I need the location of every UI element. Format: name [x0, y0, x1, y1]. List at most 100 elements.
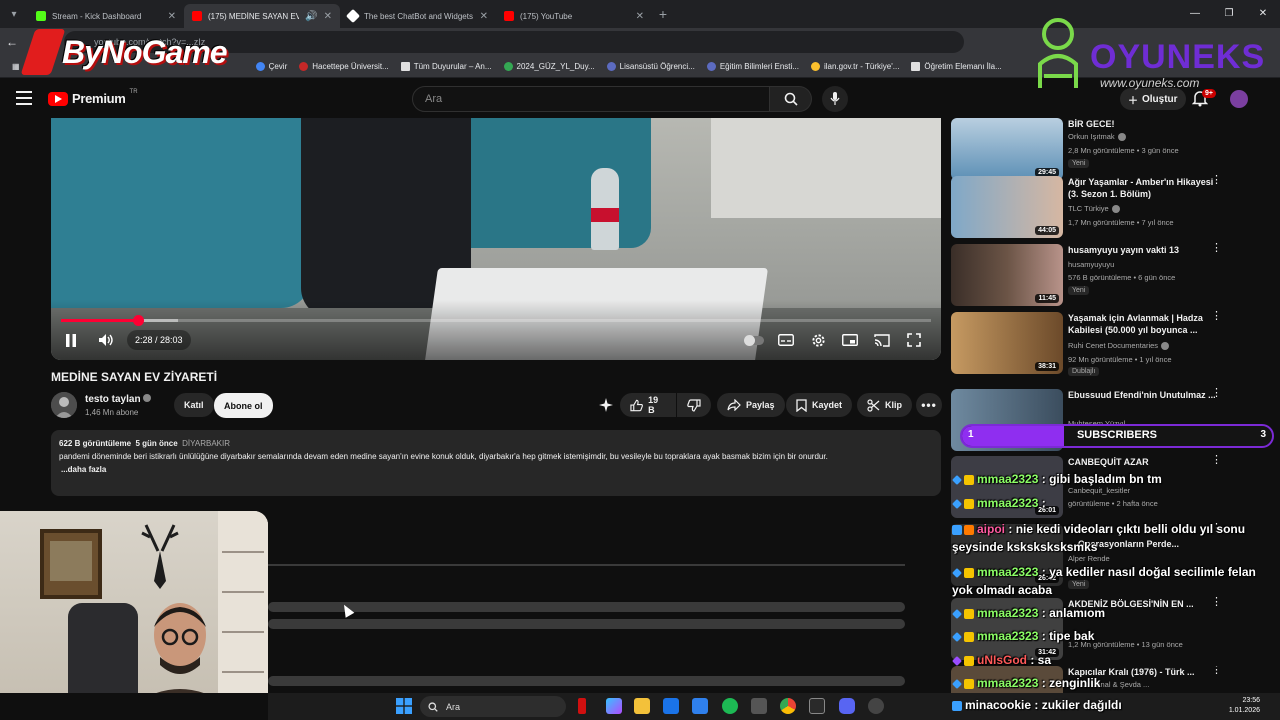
search-button[interactable] — [770, 86, 812, 112]
store-icon[interactable] — [692, 698, 708, 714]
recommended-video[interactable]: 11:45 husamyuyu yayın vakti 13 husamyuyu… — [951, 243, 1271, 308]
channel-avatar[interactable] — [51, 392, 77, 418]
spotify-icon[interactable] — [722, 698, 738, 714]
epic-games-icon[interactable] — [809, 698, 825, 714]
clip-button[interactable]: Klip — [857, 393, 912, 417]
voice-search-button[interactable] — [822, 86, 848, 112]
video-title[interactable]: CANBEQUİT AZAR — [1068, 456, 1218, 468]
fullscreen-button[interactable] — [905, 330, 923, 350]
recommended-video[interactable]: 29:45 BİR GECE! Orkun Işıtmak 2,8 Mn gör… — [951, 118, 1271, 182]
taskbar-search[interactable]: Ara — [420, 696, 566, 717]
miniplayer-button[interactable] — [841, 330, 859, 350]
more-vertical-icon[interactable]: ⋮ — [1211, 666, 1222, 676]
tab-youtube[interactable]: (175) YouTube ✕ — [496, 4, 652, 28]
video-thumbnail[interactable]: 38:31 — [951, 312, 1063, 374]
more-vertical-icon[interactable]: ⋮ — [1211, 243, 1222, 254]
epic-app-icon[interactable] — [751, 698, 767, 714]
menu-icon[interactable] — [16, 91, 32, 105]
bynogame-app-icon[interactable] — [578, 698, 586, 714]
bookmark-item[interactable]: Eğitim Bilimleri Ensti... — [701, 62, 805, 71]
bookmark-item[interactable]: Hacettepe Üniversit... — [293, 62, 394, 71]
close-tab-icon[interactable]: ✕ — [480, 11, 488, 22]
join-button[interactable]: Katıl — [174, 393, 214, 417]
youtube-premium-logo[interactable]: Premium TR — [48, 89, 138, 106]
chrome-icon[interactable] — [780, 698, 796, 714]
recommended-video[interactable]: 26:01 CANBEQUİT AZAR Canbequit_kesitler … — [951, 455, 1271, 520]
scrubber-handle[interactable] — [132, 315, 144, 326]
search-input[interactable]: Ara — [412, 86, 770, 112]
channel-name[interactable]: testo taylan — [85, 394, 152, 405]
channel-name-text: Ruhi Cenet Documentaries — [1068, 341, 1159, 350]
bookmark-item[interactable]: Lisansüstü Öğrenci... — [601, 62, 701, 71]
video-thumbnail[interactable]: 44:05 — [951, 176, 1063, 238]
more-vertical-icon[interactable]: ⋮ — [1211, 597, 1222, 608]
more-vertical-icon[interactable]: ⋮ — [1211, 175, 1222, 186]
cast-button[interactable] — [873, 330, 891, 350]
settings-button[interactable] — [809, 330, 827, 350]
recommended-video[interactable]: 38:31 Yaşamak için Avlanmak | Hadza Kabi… — [951, 311, 1271, 376]
channel-name-text: Canbequit_kesitler — [1068, 486, 1131, 495]
copilot-icon[interactable] — [606, 698, 622, 714]
new-tab-button[interactable]: + — [652, 6, 674, 22]
dislike-button[interactable] — [677, 393, 711, 417]
like-button[interactable]: 19 B — [620, 393, 676, 417]
channel-name[interactable]: Orkun Işıtmak — [1068, 132, 1126, 141]
more-vertical-icon[interactable]: ⋮ — [1211, 388, 1222, 399]
video-title[interactable]: BİR GECE! — [1068, 118, 1218, 130]
video-title[interactable]: Ebussuud Efendi'nin Unutulmaz ... — [1068, 389, 1218, 401]
subtitles-button[interactable] — [777, 330, 795, 350]
close-tab-icon[interactable]: ✕ — [324, 11, 332, 22]
location-tag[interactable]: DİYARBAKIR — [182, 439, 230, 448]
video-title[interactable]: Ağır Yaşamlar - Amber'ın Hikayesi (3. Se… — [1068, 176, 1218, 200]
channel-name[interactable]: TLC Türkiye — [1068, 204, 1120, 213]
subtitles-icon — [778, 334, 794, 346]
bookmark-item[interactable]: Çevir — [250, 62, 294, 71]
crown-badge-icon — [964, 474, 974, 485]
bookmark-item[interactable]: Tüm Duyurular – An... — [395, 62, 498, 71]
save-button[interactable]: Kaydet — [786, 393, 853, 417]
outlook-icon[interactable] — [663, 698, 679, 714]
discord-icon[interactable] — [839, 698, 855, 714]
tab-chatbot-widgets[interactable]: The best ChatBot and Widgets ✕ — [340, 4, 496, 28]
close-tab-icon[interactable]: ✕ — [636, 11, 644, 22]
seek-bar[interactable] — [61, 315, 931, 326]
video-thumbnail[interactable]: 29:45 — [951, 118, 1063, 180]
more-vertical-icon[interactable]: ⋮ — [1211, 311, 1222, 322]
bookmark-label: Eğitim Bilimleri Ensti... — [719, 62, 799, 71]
system-clock[interactable]: 23:56 1.01.2026 — [1229, 696, 1260, 716]
back-arrow-icon[interactable]: ← — [0, 35, 24, 49]
close-tab-icon[interactable]: ✕ — [168, 11, 176, 22]
file-explorer-icon[interactable] — [634, 698, 650, 714]
tab-search-icon[interactable]: ▾ — [0, 0, 28, 28]
video-thumbnail[interactable]: 11:45 — [951, 244, 1063, 306]
video-scene-cabinet — [711, 118, 941, 218]
video-title[interactable]: Yaşamak için Avlanmak | Hadza Kabilesi (… — [1068, 312, 1218, 336]
show-more-link[interactable]: ...daha fazla — [61, 463, 933, 476]
subscribe-button[interactable]: Abone ol — [214, 393, 273, 418]
obs-icon[interactable] — [868, 698, 884, 714]
tab-kick-dashboard[interactable]: Stream - Kick Dashboard ✕ — [28, 4, 184, 28]
more-actions-button[interactable]: ••• — [916, 393, 942, 417]
account-avatar[interactable] — [1230, 90, 1248, 108]
mute-tab-icon[interactable]: 🔊 — [305, 11, 317, 22]
tab-medine-video[interactable]: (175) MEDİNE SAYAN EV Zİ 🔊 ✕ — [184, 4, 340, 28]
bookmark-item[interactable]: ilan.gov.tr - Türkiye'... — [805, 62, 905, 71]
recommended-video[interactable]: 44:05 Ağır Yaşamlar - Amber'ın Hikayesi … — [951, 175, 1271, 240]
volume-button[interactable] — [97, 330, 115, 350]
channel-name[interactable]: Canbequit_kesitler — [1068, 486, 1130, 495]
description-box[interactable]: 622 B görüntüleme 5 gün önce DİYARBAKIR … — [51, 430, 941, 496]
bookmark-item[interactable]: 2024_GÜZ_YL_Duy... — [498, 62, 601, 71]
autoplay-toggle[interactable] — [743, 330, 765, 350]
channel-name[interactable]: Ruhi Cenet Documentaries — [1068, 341, 1170, 350]
diamond-badge-icon — [952, 567, 962, 578]
video-player[interactable]: 2:28 / 28:03 — [51, 118, 941, 360]
more-vertical-icon[interactable]: ⋮ — [1211, 455, 1222, 466]
pause-button[interactable] — [63, 330, 79, 350]
oyuneks-logo: OYUNEKS www.oyuneks.com — [1030, 14, 1270, 92]
share-button[interactable]: Paylaş — [717, 393, 785, 417]
video-title[interactable]: husamyuyu yayın vakti 13 — [1068, 244, 1218, 256]
windows-start-icon[interactable] — [396, 698, 412, 714]
premium-sparkle-button[interactable] — [593, 393, 619, 417]
bookmark-item[interactable]: Öğretim Elemanı İla... — [905, 62, 1007, 71]
channel-name[interactable]: husamyuyuyu — [1068, 260, 1114, 269]
